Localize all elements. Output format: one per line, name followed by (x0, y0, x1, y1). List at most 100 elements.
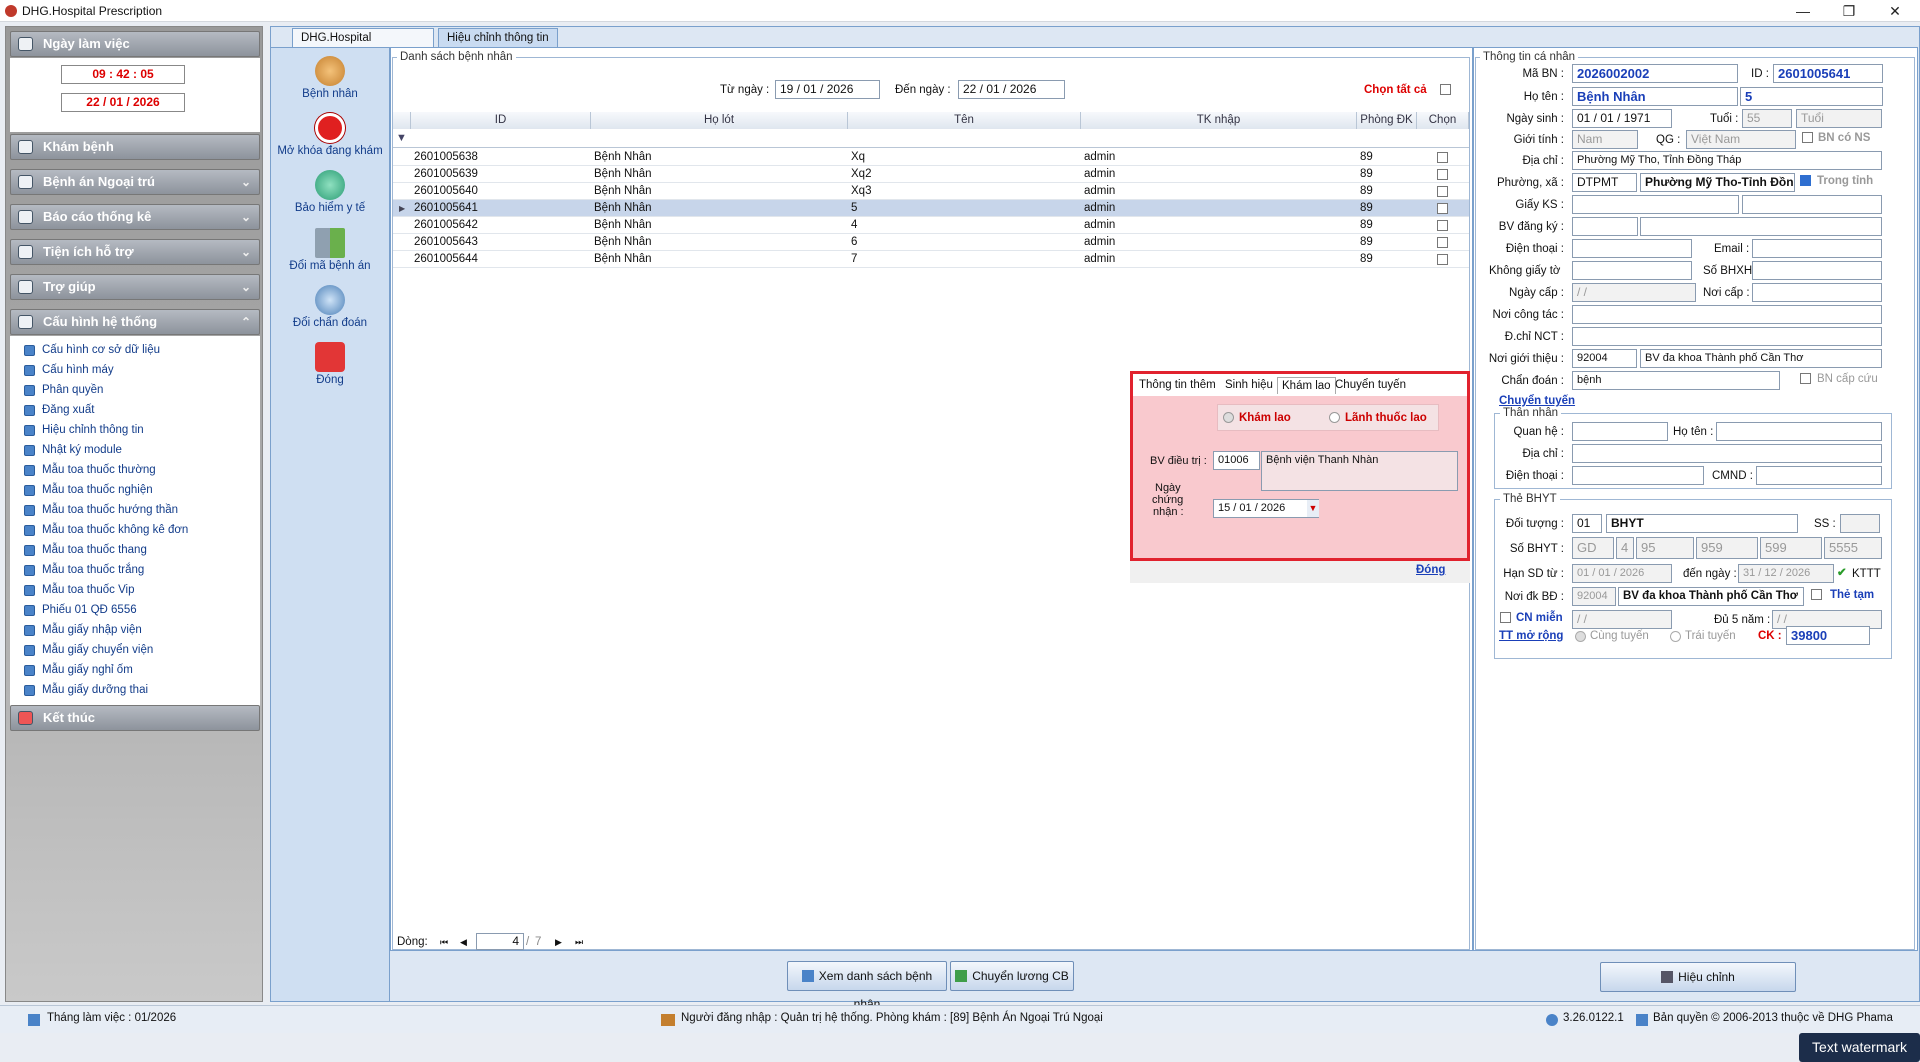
qg-select[interactable]: Việt Nam (1686, 130, 1796, 149)
cmnd-input[interactable] (1756, 466, 1882, 485)
radio-cung-tuyen[interactable] (1575, 631, 1586, 642)
edit-button[interactable]: Hiệu chỉnh (1600, 962, 1796, 992)
config-menu-item[interactable]: Mẫu toa thuốc không kê đơn (20, 520, 188, 540)
bn-co-ns-checkbox[interactable] (1802, 132, 1813, 143)
to-date-input[interactable]: 22 / 01 / 2026 (958, 80, 1065, 99)
rel-dia-chi-input[interactable] (1572, 444, 1882, 463)
config-menu-item[interactable]: Đăng xuất (20, 400, 94, 420)
config-menu-item[interactable]: Nhật ký module (20, 440, 122, 460)
cert-date-input[interactable]: 15 / 01 / 2026 (1213, 499, 1319, 518)
pager-last-button[interactable]: ⏭ (575, 934, 583, 950)
sidebar-section-workday[interactable]: Ngày làm việc (10, 31, 260, 57)
column-header-ten[interactable]: Tên (848, 112, 1081, 129)
sidebar-section-tro-giup[interactable]: Trợ giúp ⌄ (10, 274, 260, 300)
tuoi-unit-select[interactable]: Tuổi (1796, 109, 1882, 128)
popup-close-link[interactable]: Đóng (1416, 562, 1445, 578)
cn-mien-checkbox[interactable] (1500, 612, 1511, 623)
config-menu-item[interactable]: Mẫu toa thuốc nghiện (20, 480, 153, 500)
ma-bn-input[interactable]: 2026002002 (1572, 64, 1738, 83)
tool-change-diagnosis[interactable]: Đổi chẩn đoán (270, 285, 390, 329)
so-bhxh-input[interactable] (1752, 261, 1882, 280)
tool-patient[interactable]: Bệnh nhân (270, 56, 390, 100)
config-menu-item[interactable]: Hiệu chỉnh thông tin (20, 420, 144, 440)
han-den-input[interactable]: 31 / 12 / 2026 (1738, 564, 1834, 583)
pager-prev-button[interactable]: ◀ (460, 934, 467, 950)
calendar-dropdown-icon[interactable]: ▼ (1307, 500, 1319, 517)
ck-input[interactable]: 39800 (1786, 626, 1870, 645)
table-row[interactable]: 2601005644 Bệnh Nhân 7 admin 89 (393, 251, 1469, 268)
config-menu-item[interactable]: Mẫu toa thuốc trắng (20, 560, 144, 580)
email-input[interactable] (1752, 239, 1882, 258)
so-bhyt-part[interactable]: 4 (1616, 537, 1634, 559)
config-menu-item[interactable]: Mẫu toa thuốc hướng thần (20, 500, 178, 520)
doi-tuong-code-input[interactable]: 01 (1572, 514, 1602, 533)
table-row[interactable]: 2601005642 Bệnh Nhân 4 admin 89 (393, 217, 1469, 234)
han-tu-input[interactable]: 01 / 01 / 2026 (1572, 564, 1672, 583)
so-bhyt-part[interactable]: 599 (1760, 537, 1822, 559)
config-menu-item[interactable]: Phiếu 01 QĐ 6556 (20, 600, 137, 620)
config-menu-item[interactable]: Mẫu giấy chuyển viện (20, 640, 153, 660)
tuoi-input[interactable]: 55 (1742, 109, 1792, 128)
ngay-sinh-input[interactable]: 01 / 01 / 1971 (1572, 109, 1672, 128)
column-header-phong-dk[interactable]: Phòng ĐK (1357, 112, 1417, 129)
table-row[interactable]: 2601005643 Bệnh Nhân 6 admin 89 (393, 234, 1469, 251)
column-header-id[interactable]: ID (411, 112, 591, 129)
noi-cong-tac-input[interactable] (1572, 305, 1882, 324)
pager-current-input[interactable]: 4 (476, 933, 524, 950)
so-bhyt-part[interactable]: 959 (1696, 537, 1758, 559)
pager-next-button[interactable]: ▶ (555, 934, 562, 950)
bv-code-input[interactable]: 01006 (1213, 451, 1260, 470)
ho-input[interactable]: Bệnh Nhân (1572, 87, 1738, 106)
config-menu-item[interactable]: Mẫu giấy nhập viện (20, 620, 142, 640)
phuong-code-input[interactable]: DTPMT (1572, 173, 1637, 192)
dien-thoai-input[interactable] (1572, 239, 1692, 258)
so-bhyt-part[interactable]: GD (1572, 537, 1614, 559)
so-bhyt-part[interactable]: 95 (1636, 537, 1694, 559)
khong-giay-to-input[interactable] (1572, 261, 1692, 280)
id-input[interactable]: 2601005641 (1773, 64, 1883, 83)
tab-prescription[interactable]: DHG.Hospital Prescription (292, 28, 434, 62)
config-menu-item[interactable]: Cấu hình cơ sở dữ liệu (20, 340, 160, 360)
config-menu-item[interactable]: Mẫu giấy nghỉ ốm (20, 660, 133, 680)
config-menu-item[interactable]: Mẫu toa thuốc thường (20, 460, 156, 480)
popup-tab-thong-tin-them[interactable]: Thông tin thêm (1139, 377, 1216, 393)
tool-insurance[interactable]: Bảo hiểm y tế (270, 170, 390, 214)
radio-lanh-thuoc-lao[interactable] (1329, 412, 1340, 423)
the-tam-checkbox[interactable] (1811, 589, 1822, 600)
bv-dk-name-input[interactable] (1640, 217, 1882, 236)
popup-tab-sinh-hieu[interactable]: Sinh hiệu (1225, 377, 1273, 393)
noi-gt-input[interactable]: BV đa khoa Thành phố Cần Thơ (1640, 349, 1882, 368)
transfer-button[interactable]: Chuyển lương CB (950, 961, 1074, 991)
table-row[interactable]: 2601005638 Bệnh Nhân Xq admin 89 (393, 149, 1469, 166)
quan-he-input[interactable] (1572, 422, 1668, 441)
rel-ho-ten-input[interactable] (1716, 422, 1882, 441)
table-row[interactable]: ▶ 2601005641 Bệnh Nhân 5 admin 89 (393, 200, 1469, 217)
table-row[interactable]: 2601005640 Bệnh Nhân Xq3 admin 89 (393, 183, 1469, 200)
noi-dk-code-input[interactable]: 92004 (1572, 587, 1616, 606)
config-menu-item[interactable]: Phân quyền (20, 380, 103, 400)
pager-first-button[interactable]: ⏮ (440, 934, 448, 950)
column-header-tk-nhap[interactable]: TK nhập (1081, 112, 1357, 129)
trong-tinh-checkbox[interactable] (1800, 175, 1811, 186)
ngay-cap-input[interactable]: / / (1572, 283, 1696, 302)
noi-gt-code-input[interactable]: 92004 (1572, 349, 1637, 368)
filter-row[interactable]: ▼ (393, 130, 1469, 148)
popup-tab-chuyen-tuyen[interactable]: Chuyển tuyến (1335, 377, 1406, 393)
column-header-ho-lot[interactable]: Họ lót (591, 112, 848, 129)
radio-kham-lao[interactable] (1223, 412, 1234, 423)
chan-doan-input[interactable]: bệnh (1572, 371, 1780, 390)
sidebar-section-bao-cao[interactable]: Báo cáo thống kê ⌄ (10, 204, 260, 230)
giay-ks-extra-input[interactable] (1742, 195, 1882, 214)
maximize-button[interactable]: ❐ (1826, 0, 1872, 22)
tool-unlock[interactable]: Mở khóa đang khám (270, 113, 390, 157)
sidebar-section-exit[interactable]: Kết thúc (10, 705, 260, 731)
noi-dk-input[interactable]: BV đa khoa Thành phố Cần Thơ (1618, 587, 1804, 606)
dia-chi-input[interactable]: Phường Mỹ Tho, Tỉnh Đồng Tháp (1572, 151, 1882, 170)
ten-input[interactable]: 5 (1740, 87, 1883, 106)
sidebar-section-kham-benh[interactable]: Khám bệnh (10, 134, 260, 160)
sidebar-section-tien-ich[interactable]: Tiện ích hỗ trợ ⌄ (10, 239, 260, 265)
dchi-nct-input[interactable] (1572, 327, 1882, 346)
from-date-input[interactable]: 19 / 01 / 2026 (775, 80, 880, 99)
config-menu-item[interactable]: Mẫu giấy dưỡng thai (20, 680, 148, 700)
tt-mo-rong-link[interactable]: TT mở rộng (1499, 628, 1563, 644)
